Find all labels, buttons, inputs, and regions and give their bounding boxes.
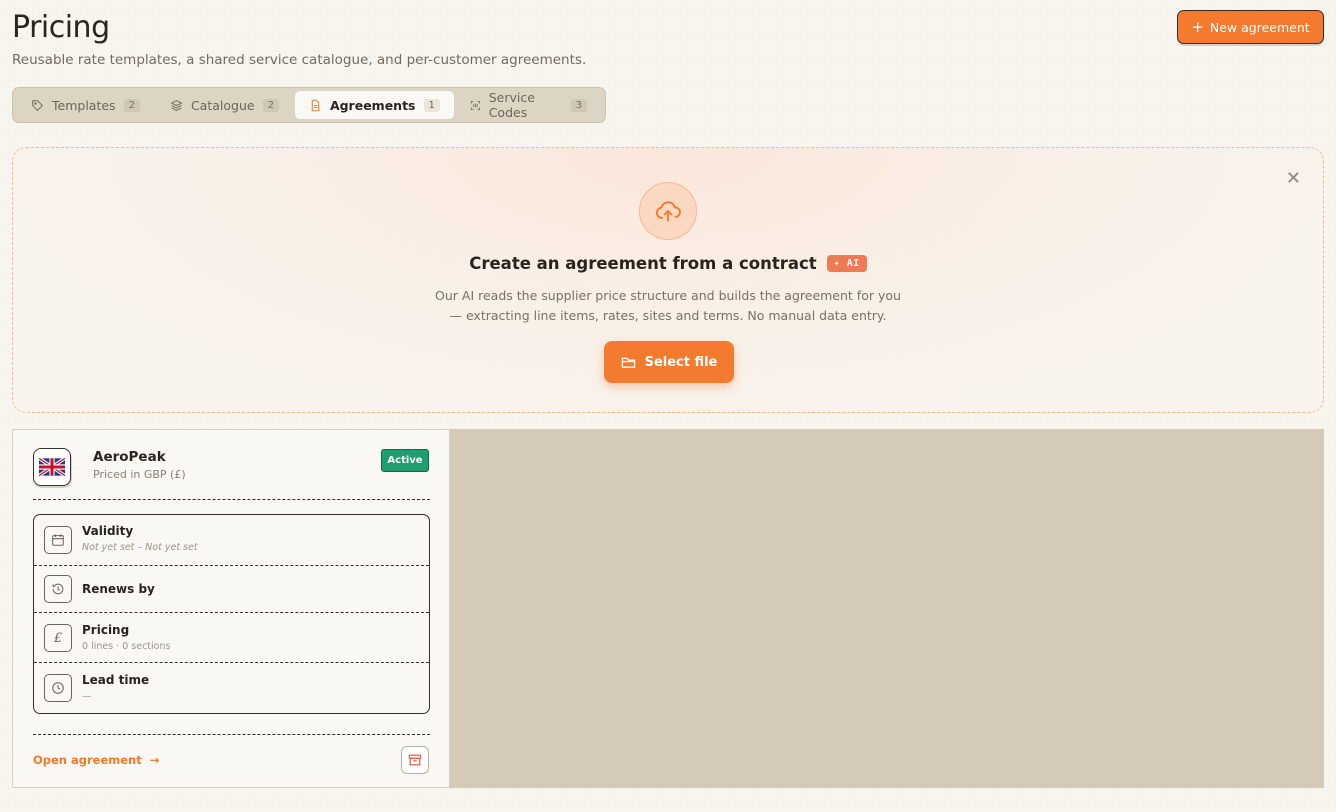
customer-name: AeroPeak <box>93 449 166 465</box>
tag-icon <box>32 99 44 111</box>
tab-service-codes[interactable]: Service Codes 3 <box>456 90 601 120</box>
arrow-right-icon: → <box>149 753 160 767</box>
detail-label: Validity <box>82 524 134 538</box>
tab-templates[interactable]: Templates 2 <box>17 91 154 119</box>
divider <box>33 499 430 500</box>
close-icon[interactable]: ✕ <box>1286 168 1301 189</box>
divider <box>33 734 430 735</box>
tab-label: Agreements <box>329 97 416 113</box>
calendar-icon <box>44 526 72 554</box>
page-title: Pricing <box>12 10 110 45</box>
tab-count: 1 <box>423 98 440 112</box>
detail-row-pricing: £ Pricing 0 lines · 0 sections <box>34 613 429 663</box>
archive-icon <box>408 754 422 766</box>
clock-icon <box>44 674 72 702</box>
tab-label: Templates <box>52 97 116 113</box>
upload-description: Our AI reads the supplier price structur… <box>13 286 1323 326</box>
tab-count: 2 <box>262 98 279 112</box>
detail-sub: 0 lines · 0 sections <box>82 641 171 652</box>
archive-button[interactable] <box>401 746 429 774</box>
tab-count: 2 <box>123 98 140 112</box>
upload-description-line: Our AI reads the supplier price structur… <box>435 288 901 303</box>
detail-label: Renews by <box>82 582 155 596</box>
detail-label: Lead time <box>82 673 150 687</box>
upload-heading: Create an agreement from a contract ✦ AI <box>13 254 1323 273</box>
upload-description-line: — extracting line items, rates, sites an… <box>449 308 887 323</box>
upload-heading-text: Create an agreement from a contract <box>469 254 817 273</box>
uk-flag-icon <box>33 448 71 486</box>
status-badge: Active <box>381 449 429 472</box>
new-agreement-label: New agreement <box>1209 19 1310 35</box>
layers-icon <box>170 99 183 111</box>
agreement-card[interactable]: AeroPeak Priced in GBP (£) Active Validi… <box>12 429 450 788</box>
tab-count: 3 <box>570 98 587 112</box>
agreement-details: Validity Not yet set – Not yet set Renew… <box>33 514 430 714</box>
currency-note: Priced in GBP (£) <box>93 468 186 481</box>
tab-agreements[interactable]: Agreements 1 <box>294 91 454 119</box>
history-icon <box>44 575 72 603</box>
document-icon <box>311 99 320 111</box>
tab-label: Catalogue <box>190 97 255 113</box>
folder-icon <box>621 357 635 368</box>
detail-row-validity: Validity Not yet set – Not yet set <box>34 515 429 566</box>
sparkle-icon: ✦ <box>833 258 847 269</box>
plus-icon: + <box>1191 17 1204 36</box>
detail-label: Pricing <box>82 623 130 637</box>
detail-sub: — <box>82 691 92 702</box>
detail-row-renews: Renews by <box>34 566 429 613</box>
pound-icon: £ <box>44 624 72 652</box>
barcode-icon <box>470 100 480 110</box>
cloud-upload-icon <box>639 182 697 240</box>
tab-bar: Templates 2 Catalogue 2 Agreements 1 Ser… <box>12 87 606 123</box>
page-subtitle: Reusable rate templates, a shared servic… <box>12 52 587 68</box>
detail-sub: Not yet set – Not yet set <box>82 542 198 553</box>
open-agreement-label: Open agreement <box>33 753 142 767</box>
detail-row-lead-time: Lead time — <box>34 663 429 713</box>
tab-catalogue[interactable]: Catalogue 2 <box>156 91 293 119</box>
select-file-label: Select file <box>644 354 718 370</box>
select-file-button[interactable]: Select file <box>604 341 734 383</box>
ai-badge: ✦ AI <box>826 255 867 272</box>
ai-badge-text: AI <box>846 258 860 269</box>
open-agreement-link[interactable]: Open agreement → <box>33 753 159 767</box>
agreements-grid: AeroPeak Priced in GBP (£) Active Validi… <box>12 429 1324 788</box>
new-agreement-button[interactable]: + New agreement <box>1177 10 1324 44</box>
tab-label: Service Codes <box>488 90 535 120</box>
contract-upload-panel: ✕ Create an agreement from a contract ✦ … <box>12 147 1324 413</box>
